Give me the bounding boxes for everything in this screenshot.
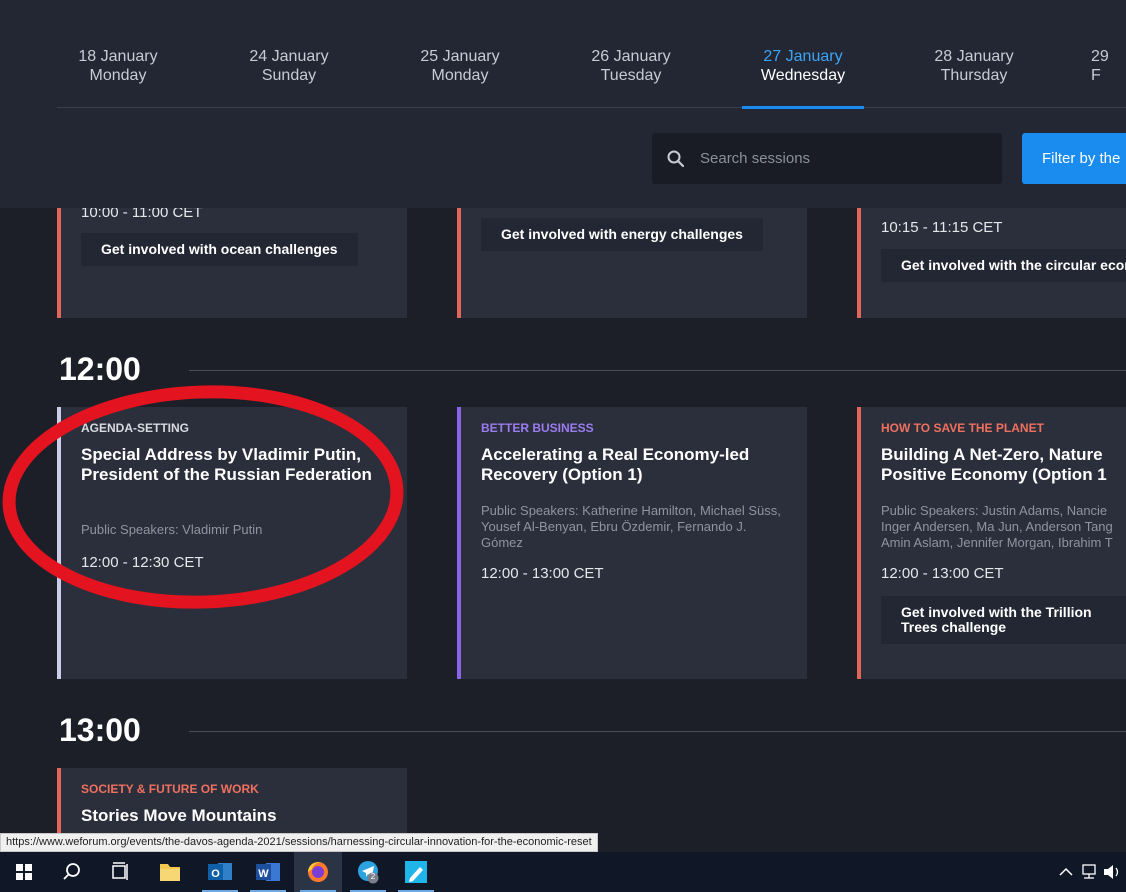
session-title[interactable]: Accelerating a Real Economy-led Recovery… (481, 445, 781, 485)
card-accent-bar (457, 407, 461, 679)
session-title[interactable]: Building A Net-Zero, Nature Positive Eco… (881, 445, 1126, 485)
network-icon[interactable] (1078, 852, 1102, 892)
session-time: 12:00 - 12:30 CET (81, 554, 204, 571)
get-involved-chip[interactable]: Get involved with ocean challenges (81, 233, 358, 266)
date-tabs: 18 January Monday 24 January Sunday 25 J… (57, 0, 1126, 109)
volume-icon[interactable] (1100, 852, 1124, 892)
chevron-up-icon[interactable] (1054, 852, 1078, 892)
session-time: 12:00 - 13:00 CET (481, 565, 604, 582)
session-time: 12:00 - 13:00 CET (881, 565, 1004, 582)
tab-weekday: Sunday (261, 67, 317, 84)
tab-24-january[interactable]: 24 January Sunday (228, 47, 350, 108)
outlook-icon[interactable]: O (196, 852, 244, 892)
tab-date: 24 January (249, 48, 329, 65)
search-box[interactable] (652, 133, 1002, 184)
hour-divider (189, 731, 1126, 732)
svg-text:W: W (258, 868, 269, 880)
tab-25-january[interactable]: 25 January Monday (399, 47, 521, 108)
tab-18-january[interactable]: 18 January Monday (57, 47, 179, 108)
tab-weekday: Tuesday (600, 67, 662, 84)
session-card-net-zero[interactable]: HOW TO SAVE THE PLANET Building A Net-Ze… (857, 407, 1126, 679)
hour-heading-13: 13:00 (59, 712, 141, 748)
session-time: 10:15 - 11:15 CET (881, 219, 1003, 236)
tab-weekday: Wednesday (760, 67, 846, 84)
session-title[interactable]: Stories Move Mountains (81, 806, 381, 826)
tab-date: 25 January (420, 48, 500, 65)
schedule-header: 18 January Monday 24 January Sunday 25 J… (0, 0, 1126, 208)
card-accent-bar (857, 407, 861, 679)
session-card-putin[interactable]: AGENDA-SETTING Special Address by Vladim… (57, 407, 407, 679)
tab-28-january[interactable]: 28 January Thursday (913, 47, 1035, 108)
tab-date: 27 January (763, 48, 843, 65)
tab-26-january[interactable]: 26 January Tuesday (570, 47, 692, 108)
paint-icon[interactable] (392, 852, 440, 892)
get-involved-chip[interactable]: Get involved with energy challenges (481, 218, 763, 251)
file-explorer-icon[interactable] (146, 852, 194, 892)
search-icon (667, 150, 685, 168)
task-view-icon[interactable] (96, 852, 144, 892)
word-icon[interactable]: W (244, 852, 292, 892)
status-bar-url: https://www.weforum.org/events/the-davos… (0, 833, 598, 852)
filter-button[interactable]: Filter by the (1022, 133, 1126, 184)
telegram-badge: 2 (370, 872, 376, 881)
tab-date: 29 (1091, 48, 1109, 65)
tab-27-january[interactable]: 27 January Wednesday (742, 47, 864, 109)
tab-29-january[interactable]: 29 F (1091, 47, 1126, 108)
tab-date: 26 January (591, 48, 671, 65)
session-speakers: Public Speakers: Vladimir Putin (81, 522, 263, 537)
session-category: HOW TO SAVE THE PLANET (881, 421, 1044, 435)
windows-start-icon[interactable] (0, 852, 48, 892)
telegram-icon[interactable]: 2 (344, 852, 392, 892)
svg-text:O: O (211, 868, 220, 880)
session-speakers: Public Speakers: Katherine Hamilton, Mic… (481, 503, 781, 550)
tab-date: 28 January (934, 48, 1014, 65)
search-input[interactable] (700, 133, 990, 184)
hour-divider (189, 370, 1126, 371)
session-category: AGENDA-SETTING (81, 421, 189, 435)
tab-weekday: Thursday (940, 67, 1008, 84)
tab-date: 18 January (78, 48, 158, 65)
get-involved-chip[interactable]: Get involved with the Trillion Trees cha… (881, 596, 1126, 644)
firefox-icon[interactable] (294, 852, 342, 892)
get-involved-chip[interactable]: Get involved with the circular econ (881, 249, 1126, 282)
tab-weekday: Monday (89, 67, 147, 84)
search-icon[interactable] (48, 852, 96, 892)
session-speakers: Public Speakers: Justin Adams, Nancie In… (881, 503, 1113, 550)
session-category: SOCIETY & FUTURE OF WORK (81, 782, 259, 796)
session-category: BETTER BUSINESS (481, 421, 594, 435)
card-accent-bar (57, 407, 61, 679)
tab-weekday: Monday (431, 67, 489, 84)
session-card-real-economy[interactable]: BETTER BUSINESS Accelerating a Real Econ… (457, 407, 807, 679)
hour-heading-12: 12:00 (59, 351, 141, 387)
tab-weekday: F (1091, 67, 1101, 84)
windows-taskbar: O W 2 (0, 852, 1126, 892)
session-title[interactable]: Special Address by Vladimir Putin, Presi… (81, 445, 381, 485)
